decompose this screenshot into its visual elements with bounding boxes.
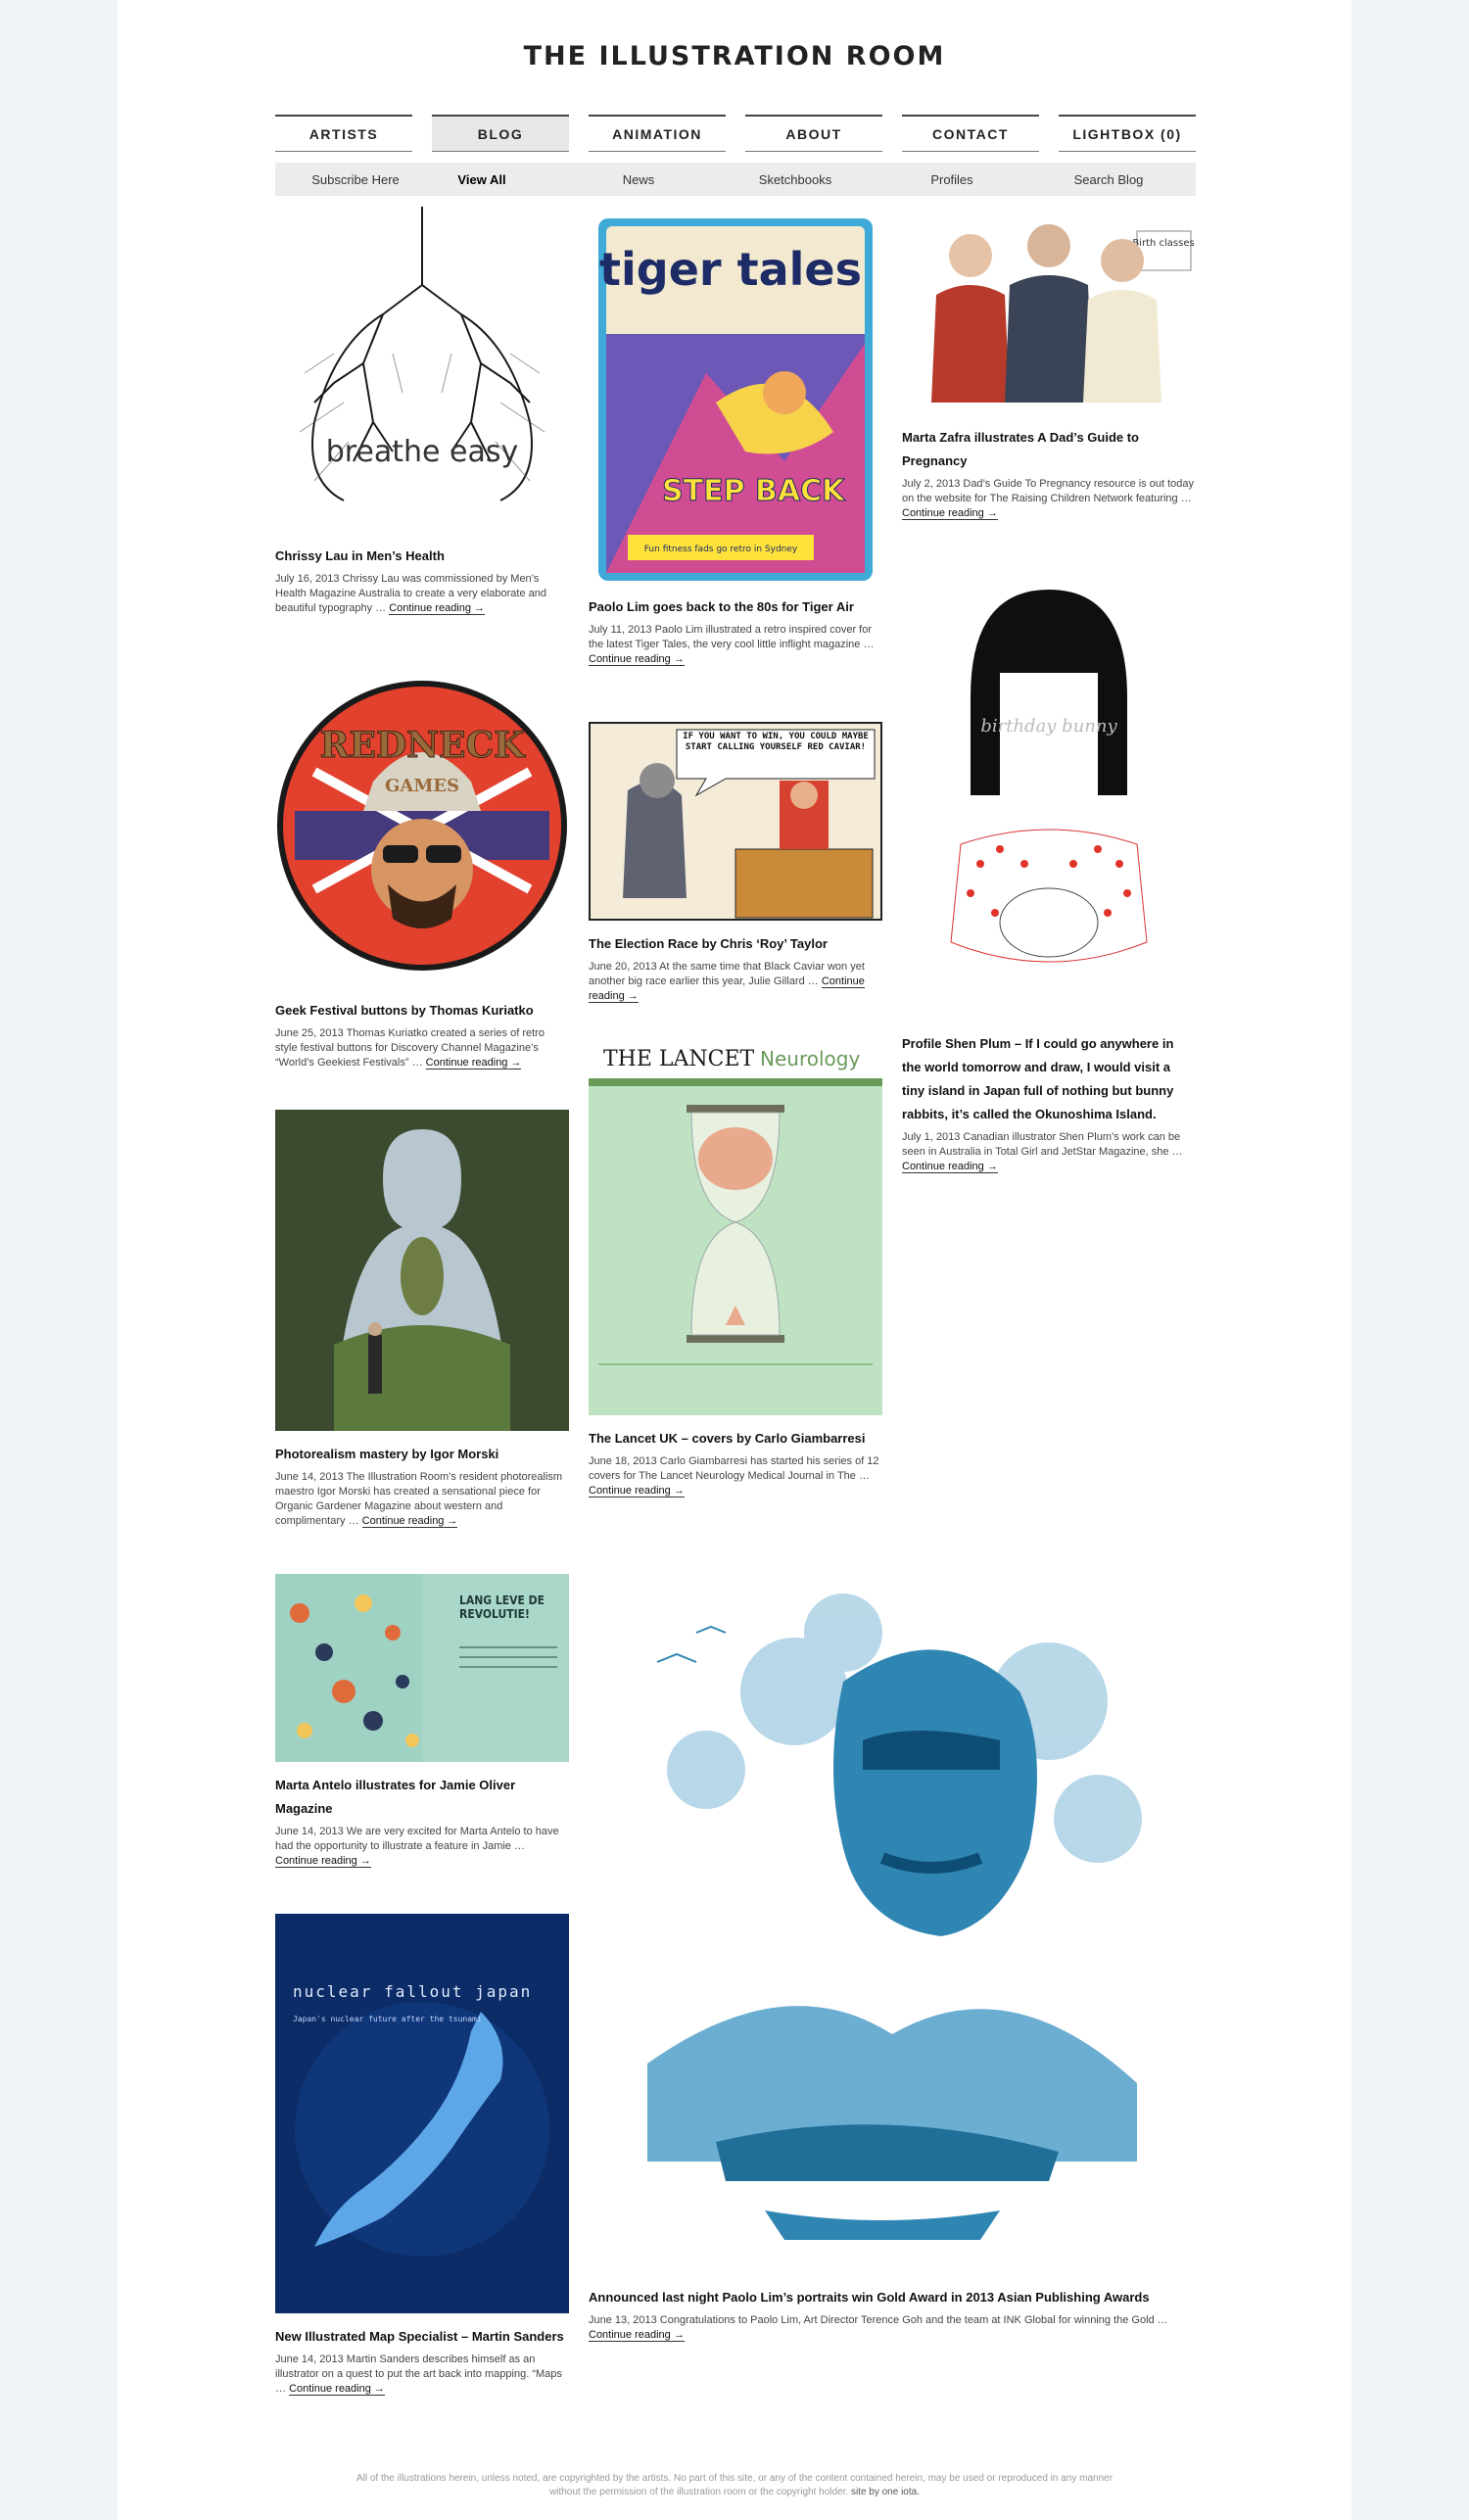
post-thumbnail[interactable]: breathe easy bbox=[275, 207, 569, 533]
blog-post: Birth classes Marta Zafra illustrates A … bbox=[902, 207, 1196, 521]
subnav-search-blog[interactable]: Search Blog bbox=[1035, 163, 1182, 196]
blog-post: THE LANCET Neurology The Lancet UK – cov… bbox=[589, 1041, 882, 1498]
post-title[interactable]: Geek Festival buttons by Thomas Kuriatko bbox=[275, 999, 569, 1022]
blog-post: nuclear fallout japan Japan's nuclear fu… bbox=[275, 1914, 569, 2397]
post-thumbnail[interactable]: REDNECK GAMES bbox=[275, 664, 569, 987]
post-excerpt: June 14, 2013 The Illustration Room’s re… bbox=[275, 1471, 563, 1528]
post-title[interactable]: Chrissy Lau in Men’s Health bbox=[275, 545, 569, 568]
continue-reading-link[interactable]: Continue reading → bbox=[589, 653, 685, 666]
post-excerpt: June 13, 2013 Congratulations to Paolo L… bbox=[589, 2314, 1168, 2342]
post-excerpt: June 14, 2013 We are very excited for Ma… bbox=[275, 1826, 559, 1868]
continue-reading-link[interactable]: Continue reading → bbox=[589, 1485, 685, 1498]
blog-post: IF YOU WANT TO WIN, YOU COULD MAYBE STAR… bbox=[589, 722, 882, 1004]
post-title[interactable]: Photorealism mastery by Igor Morski bbox=[275, 1443, 569, 1466]
blog-subnav: Subscribe Here View All News Sketchbooks… bbox=[275, 163, 1196, 196]
thumb-text: Fun fitness fads go retro in Sydney bbox=[644, 545, 798, 554]
continue-reading-link[interactable]: Continue reading → bbox=[361, 1515, 458, 1528]
continue-reading-link[interactable]: Continue reading → bbox=[589, 2329, 685, 2342]
nav-contact[interactable]: CONTACT bbox=[902, 115, 1039, 152]
blog-post: LANG LEVE DE REVOLUTIE! Marta Antelo ill… bbox=[275, 1574, 569, 1869]
post-thumbnail[interactable]: LANG LEVE DE REVOLUTIE! bbox=[275, 1574, 569, 1762]
post-excerpt: July 2, 2013 Dad’s Guide To Pregnancy re… bbox=[902, 478, 1194, 520]
post-thumbnail[interactable]: birthday bunny bbox=[902, 570, 1196, 1021]
post-thumbnail[interactable]: IF YOU WANT TO WIN, YOU COULD MAYBE STAR… bbox=[589, 722, 882, 921]
post-title[interactable]: Marta Zafra illustrates A Dad’s Guide to… bbox=[902, 426, 1196, 473]
nav-artists[interactable]: ARTISTS bbox=[275, 115, 412, 152]
thumb-text: Birth classes bbox=[1132, 238, 1194, 249]
continue-reading-link[interactable]: Continue reading → bbox=[902, 507, 998, 520]
thumb-text: REDNECK bbox=[320, 725, 527, 766]
thumb-text: IF YOU WANT TO WIN, YOU COULD MAYBE STAR… bbox=[683, 732, 869, 752]
post-excerpt: June 18, 2013 Carlo Giambarresi has star… bbox=[589, 1455, 879, 1498]
thumb-text: Neurology bbox=[760, 1047, 860, 1070]
thumb-text: GAMES bbox=[385, 776, 459, 796]
post-excerpt: July 1, 2013 Canadian illustrator Shen P… bbox=[902, 1131, 1183, 1173]
continue-reading-link[interactable]: Continue reading → bbox=[275, 1855, 371, 1868]
post-thumbnail[interactable]: nuclear fallout japan Japan's nuclear fu… bbox=[275, 1914, 569, 2313]
thumb-text: Japan's nuclear future after the tsunami bbox=[293, 2015, 482, 2023]
site-by-link[interactable]: site by one iota. bbox=[851, 2487, 920, 2497]
footer-copyright: All of the illustrations herein, unless … bbox=[355, 2473, 1114, 2484]
nav-lightbox[interactable]: LIGHTBOX (0) bbox=[1059, 115, 1196, 152]
post-thumbnail[interactable] bbox=[589, 1574, 1196, 2274]
post-excerpt: June 25, 2013 Thomas Kuriatko created a … bbox=[275, 1027, 545, 1070]
continue-reading-link[interactable]: Continue reading → bbox=[425, 1057, 522, 1070]
thumb-text: THE LANCET bbox=[603, 1047, 755, 1071]
blog-post: breathe easy Chrissy Lau in Men’s Health… bbox=[275, 207, 569, 616]
subnav-subscribe[interactable]: Subscribe Here bbox=[282, 163, 429, 196]
continue-reading-link[interactable]: Continue reading → bbox=[289, 2383, 385, 2396]
post-thumbnail[interactable]: Birth classes bbox=[902, 207, 1196, 414]
post-title[interactable]: New Illustrated Map Specialist – Martin … bbox=[275, 2325, 569, 2349]
post-title[interactable]: The Lancet UK – covers by Carlo Giambarr… bbox=[589, 1427, 882, 1450]
post-thumbnail[interactable]: THE LANCET Neurology bbox=[589, 1041, 882, 1415]
blog-post: REDNECK GAMES Geek Festival buttons by T… bbox=[275, 664, 569, 1070]
thumb-text: nuclear fallout japan bbox=[293, 1982, 532, 2001]
post-thumbnail[interactable]: tiger tales STEP BACK Fun fitness fads g… bbox=[589, 207, 882, 584]
post-excerpt: July 16, 2013 Chrissy Lau was commission… bbox=[275, 573, 546, 615]
subnav-sketchbooks[interactable]: Sketchbooks bbox=[722, 163, 869, 196]
nav-animation[interactable]: ANIMATION bbox=[589, 115, 726, 152]
footer: All of the illustrations herein, unless … bbox=[118, 2472, 1351, 2499]
post-title[interactable]: Paolo Lim goes back to the 80s for Tiger… bbox=[589, 595, 882, 619]
post-excerpt: June 14, 2013 Martin Sanders describes h… bbox=[275, 2354, 562, 2396]
blog-post: tiger tales STEP BACK Fun fitness fads g… bbox=[589, 207, 882, 667]
blog-post: Photorealism mastery by Igor Morski June… bbox=[275, 1110, 569, 1529]
page: THE ILLUSTRATION ROOM ARTISTS BLOG ANIMA… bbox=[118, 0, 1351, 2520]
post-title[interactable]: Marta Antelo illustrates for Jamie Olive… bbox=[275, 1774, 569, 1821]
blog-post: Announced last night Paolo Lim’s portrai… bbox=[589, 1574, 1196, 2343]
subnav-view-all[interactable]: View All bbox=[408, 163, 555, 196]
thumb-text: birthday bunny bbox=[980, 716, 1117, 737]
nav-about[interactable]: ABOUT bbox=[745, 115, 882, 152]
post-thumbnail[interactable] bbox=[275, 1110, 569, 1431]
subnav-profiles[interactable]: Profiles bbox=[878, 163, 1025, 196]
blog-post: birthday bunny Profile Shen Plum – If I … bbox=[902, 570, 1196, 1174]
post-excerpt: June 20, 2013 At the same time that Blac… bbox=[589, 961, 865, 1003]
main-nav: ARTISTS BLOG ANIMATION ABOUT CONTACT LIG… bbox=[275, 115, 1196, 152]
site-title[interactable]: THE ILLUSTRATION ROOM bbox=[118, 41, 1351, 71]
subnav-news[interactable]: News bbox=[565, 163, 712, 196]
thumb-text: tiger tales bbox=[599, 243, 862, 296]
thumb-text: breathe easy bbox=[326, 435, 519, 469]
post-title[interactable]: Announced last night Paolo Lim’s portrai… bbox=[589, 2286, 1196, 2309]
continue-reading-link[interactable]: Continue reading → bbox=[902, 1161, 998, 1173]
continue-reading-link[interactable]: Continue reading → bbox=[389, 602, 486, 615]
post-title[interactable]: Profile Shen Plum – If I could go anywhe… bbox=[902, 1032, 1196, 1126]
thumb-text: STEP BACK bbox=[662, 474, 846, 508]
nav-blog[interactable]: BLOG bbox=[432, 115, 569, 152]
footer-copyright-2: without the permission of the illustrati… bbox=[549, 2487, 920, 2497]
post-excerpt: July 11, 2013 Paolo Lim illustrated a re… bbox=[589, 624, 875, 666]
thumb-text: LANG LEVE DE REVOLUTIE! bbox=[459, 1593, 545, 1621]
post-title[interactable]: The Election Race by Chris ‘Roy’ Taylor bbox=[589, 932, 882, 956]
